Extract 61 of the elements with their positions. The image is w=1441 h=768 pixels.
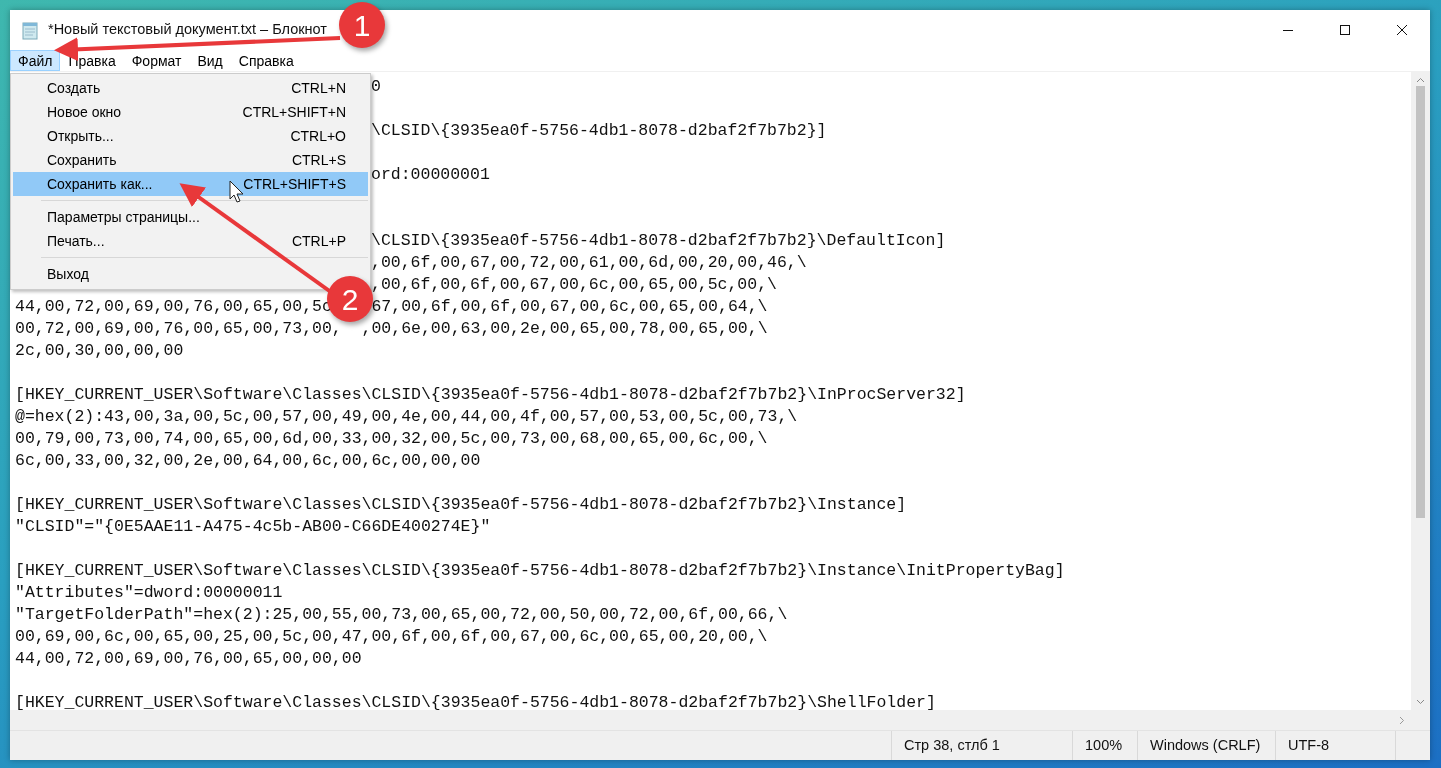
text-line: "CLSID"="{0E5AAE11-A475-4c5b-AB00-C66DE400274E}" [15,516,491,538]
menu-item-label: Выход [47,264,89,284]
text-line: 00,79,00,73,00,74,00,65,00,6d,00,33,00,32,00,5c,00,73,00,68,00,65,00,6c,00,\ [15,428,768,450]
text-fragment: 67,00,6f,00,6f,00,67,00,6c,00,65,00,64,\ [371,297,768,316]
text-line: 44,00,72,00,69,00,76,00,65,00,00,00 [15,648,362,670]
status-text: UTF-8 [1276,731,1396,760]
menu-item-label: Создать [47,78,101,98]
text-line: \CLSID\{3935ea0f-5756-4db1-8078-d2baf2f7b7b2}] [371,120,827,142]
text-line: [HKEY_CURRENT_USER\Software\Classes\CLSID\{3935ea0f-5756-4db1-8078-d2baf2f7b7b2}\InProcServer32] [15,384,966,406]
menu-item-label: Сохранить как... [47,174,153,194]
status-text: Стр 38, стлб 1 [892,731,1073,760]
menu-item[interactable]: Параметры страницы... [13,205,368,229]
text-line: ,00,6f,00,6f,00,67,00,6c,00,65,00,5c,00,\ [371,274,777,296]
text-line: 2c,00,30,00,00,00 [15,340,184,362]
menu-item[interactable]: Сохранить CTRL+S [13,148,368,172]
menu-item[interactable]: Открыть... CTRL+O [13,124,368,148]
notepad-icon [20,20,40,40]
text-line: \CLSID\{3935ea0f-5756-4db1-8078-d2baf2f7b7b2}\DefaultIcon] [371,230,946,252]
shortcut-text: CTRL+SHIFT+S [243,174,346,194]
window-title: *Новый текстовый документ.txt – Блокнот [48,20,327,40]
scroll-up-icon[interactable] [1416,77,1425,83]
menu-item-label: Печать... [47,231,105,251]
menu-item[interactable]: Новое окно CTRL+SHIFT+N [13,100,368,124]
menu-item[interactable]: Вид [189,50,231,71]
scroll-down-icon[interactable] [1416,699,1425,705]
text-line: @=hex(2):43,00,3a,00,5c,00,57,00,49,00,4e,00,44,00,4f,00,57,00,53,00,5c,00,73,\ [15,406,798,428]
text-line: [HKEY_CURRENT_USER\Software\Classes\CLSID\{3935ea0f-5756-4db1-8078-d2baf2f7b7b2}\ShellFolder] [15,692,936,710]
menu-item-label: Параметры страницы... [47,207,200,227]
menu-item-label: Открыть... [47,126,114,146]
text-line: "TargetFolderPath"=hex(2):25,00,55,00,73,00,65,00,72,00,50,00,72,00,6f,00,66,\ [15,604,788,626]
menu-item[interactable]: Сохранить как... CTRL+SHIFT+S [13,172,368,196]
text-line: [HKEY_CURRENT_USER\Software\Classes\CLSID\{3935ea0f-5756-4db1-8078-d2baf2f7b7b2}\Instance\InitPropertyBag] [15,560,1065,582]
shortcut-text: CTRL+O [290,126,346,146]
close-icon [1395,24,1408,36]
mouse-cursor-icon [229,180,244,203]
shortcut-text: CTRL+S [291,150,346,170]
status-text: Windows (CRLF) [1138,731,1276,760]
shortcut-text: CTRL+SHIFT+N [242,102,346,122]
status-text: 100% [1073,731,1138,760]
text-line: 0 [371,76,381,98]
shortcut-text: CTRL+N [291,78,346,98]
maximize-icon [1338,24,1351,36]
menu-item[interactable]: Печать... CTRL+P [13,229,368,253]
scroll-right-icon[interactable] [1399,715,1405,725]
menu-item-label: Сохранить [47,150,117,170]
menu-item[interactable]: Справка [230,50,302,71]
vertical-scrollbar[interactable] [1411,72,1430,710]
text-line: [HKEY_CURRENT_USER\Software\Classes\CLSID\{3935ea0f-5756-4db1-8078-d2baf2f7b7b2}\Instance] [15,494,907,516]
menu-item-label: Новое окно [47,102,122,122]
text-line: "Attributes"=dword:00000011 [15,582,283,604]
text-fragment: 00,72,00,69,00,76,00,65,00,73,00, [15,319,342,338]
text-line: 00,69,00,6c,00,65,00,25,00,5c,00,47,00,6f,00,6f,00,67,00,6c,00,65,00,20,00,\ [15,626,768,648]
menu-item[interactable]: Файл [10,50,61,71]
text-line: ,00,6f,00,67,00,72,00,61,00,6d,00,20,00,46,\ [371,252,807,274]
text-line: ord:00000001 [371,164,490,186]
annotation-badge: 1 [339,2,385,48]
menu-item[interactable]: Создать CTRL+N [13,76,368,100]
shortcut-text: CTRL+P [291,231,346,251]
menu-item[interactable]: Формат [123,50,190,71]
text-fragment: ,00,6e,00,63,00,2e,00,65,00,78,00,65,00,\ [361,319,768,338]
text-line: 6c,00,33,00,32,00,2e,00,64,00,6c,00,6c,00,00,00 [15,450,481,472]
